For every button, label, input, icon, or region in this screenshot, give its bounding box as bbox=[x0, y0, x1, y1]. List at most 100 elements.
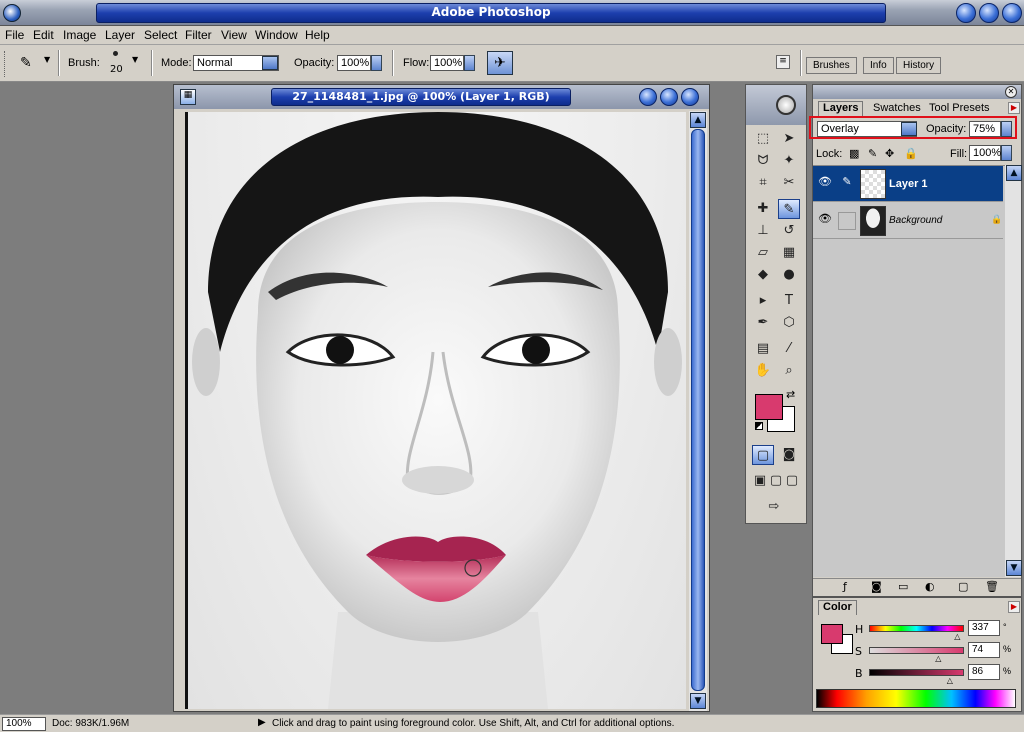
brightness-slider[interactable] bbox=[869, 669, 964, 676]
hue-slider-marker-icon[interactable]: △ bbox=[954, 632, 960, 641]
delete-layer-icon[interactable]: 🗑 bbox=[985, 580, 999, 593]
notes-tool-icon[interactable]: ▤ bbox=[752, 339, 774, 359]
path-selection-tool-icon[interactable]: ▸ bbox=[752, 291, 774, 311]
status-menu-arrow-icon[interactable]: ▶ bbox=[258, 717, 266, 728]
screen-mode-standard-icon[interactable]: ▣ bbox=[752, 471, 768, 491]
fill-arrow-icon[interactable] bbox=[1001, 145, 1012, 161]
saturation-slider[interactable] bbox=[869, 647, 964, 654]
palette-tab-brushes[interactable]: Brushes bbox=[806, 57, 857, 74]
layer-style-icon[interactable]: ƒ bbox=[843, 580, 847, 593]
menu-file[interactable]: File bbox=[5, 28, 24, 42]
zoom-tool-icon[interactable]: ⌕ bbox=[778, 361, 800, 381]
panel-close-icon[interactable]: ✕ bbox=[1005, 86, 1017, 98]
tab-color[interactable]: Color bbox=[818, 600, 857, 615]
layers-scrollbar[interactable]: ▲ ▼ bbox=[1005, 165, 1022, 577]
brightness-slider-marker-icon[interactable]: △ bbox=[947, 676, 953, 685]
hand-tool-icon[interactable]: ✋ bbox=[752, 361, 774, 381]
new-layer-icon[interactable]: ▢ bbox=[958, 580, 968, 593]
move-tool-icon[interactable]: ➤ bbox=[778, 129, 800, 149]
history-brush-tool-icon[interactable]: ↺ bbox=[778, 221, 800, 241]
panel-menu-arrow-icon[interactable]: ▶ bbox=[1008, 102, 1020, 114]
brush-tool-icon[interactable]: ✎ bbox=[778, 199, 800, 219]
new-adjustment-layer-icon[interactable]: ◐ bbox=[925, 580, 935, 593]
brightness-input[interactable]: 86 bbox=[968, 664, 1000, 680]
screen-mode-full-menu-icon[interactable]: ▢ bbox=[768, 471, 784, 491]
blur-tool-icon[interactable]: ◆ bbox=[752, 265, 774, 285]
layers-panel-header[interactable]: ✕ bbox=[813, 85, 1021, 99]
doc-minimize-button[interactable] bbox=[639, 88, 657, 106]
brush-tip-icon[interactable] bbox=[113, 51, 118, 56]
lock-transparency-icon[interactable]: ▩ bbox=[849, 147, 859, 160]
healing-brush-tool-icon[interactable]: ✚ bbox=[752, 199, 774, 219]
quick-mask-mode-icon[interactable]: ◙ bbox=[778, 445, 800, 465]
scroll-down-icon[interactable]: ▼ bbox=[690, 693, 706, 709]
type-tool-icon[interactable]: T bbox=[778, 291, 800, 311]
doc-maximize-button[interactable] bbox=[660, 88, 678, 106]
brush-tool-preset-icon[interactable]: ✎ bbox=[20, 55, 32, 71]
hue-slider[interactable] bbox=[869, 625, 964, 632]
clone-stamp-tool-icon[interactable]: ⊥ bbox=[752, 221, 774, 241]
fill-input[interactable]: 100% bbox=[969, 145, 1001, 161]
add-mask-icon[interactable]: ◙ bbox=[871, 580, 882, 593]
tab-swatches[interactable]: Swatches bbox=[869, 102, 925, 117]
tab-tool-presets[interactable]: Tool Presets bbox=[925, 102, 994, 117]
eraser-tool-icon[interactable]: ▱ bbox=[752, 243, 774, 263]
scroll-thumb[interactable] bbox=[691, 129, 705, 691]
minimize-button[interactable] bbox=[956, 3, 976, 23]
saturation-slider-marker-icon[interactable]: △ bbox=[935, 654, 941, 663]
layer-row-background[interactable]: 👁 Background 🔒 bbox=[813, 203, 1003, 239]
pen-tool-icon[interactable]: ✒ bbox=[752, 313, 774, 333]
menu-filter[interactable]: Filter bbox=[185, 28, 212, 42]
visibility-eye-icon[interactable]: 👁 bbox=[816, 175, 834, 193]
layer-row-layer-1[interactable]: 👁 ✎ Layer 1 bbox=[813, 166, 1003, 202]
lock-position-icon[interactable]: ✥ bbox=[885, 147, 894, 160]
palette-tab-history[interactable]: History bbox=[896, 57, 942, 74]
flow-slider-arrow-icon[interactable] bbox=[464, 55, 475, 71]
mode-dropdown-icon[interactable] bbox=[262, 56, 278, 70]
layer-link-cell[interactable] bbox=[838, 212, 856, 230]
maximize-button[interactable] bbox=[979, 3, 999, 23]
lock-image-icon[interactable]: ✎ bbox=[868, 147, 877, 160]
eyedropper-tool-icon[interactable]: ⁄ bbox=[778, 339, 800, 359]
crop-tool-icon[interactable]: ⌗ bbox=[752, 173, 774, 193]
document-title-bar[interactable]: ▦ 27_1148481_1.jpg @ 100% (Layer 1, RGB) bbox=[174, 85, 709, 109]
image-canvas[interactable] bbox=[185, 112, 686, 709]
lock-all-icon[interactable]: 🔒 bbox=[904, 147, 918, 160]
hue-input[interactable]: 337 bbox=[968, 620, 1000, 636]
slice-tool-icon[interactable]: ✂ bbox=[778, 173, 800, 193]
gradient-tool-icon[interactable]: ▦ bbox=[778, 243, 800, 263]
palette-options-icon[interactable]: ≡ bbox=[776, 55, 790, 69]
menu-layer[interactable]: Layer bbox=[105, 28, 135, 42]
saturation-input[interactable]: 74 bbox=[968, 642, 1000, 658]
document-icon[interactable]: ▦ bbox=[180, 89, 196, 105]
palette-tab-info[interactable]: Info bbox=[863, 57, 894, 74]
layers-scroll-down-icon[interactable]: ▼ bbox=[1006, 560, 1022, 576]
airbrush-toggle-icon[interactable]: ✈ bbox=[487, 51, 513, 75]
brush-picker-chevron-icon[interactable]: ▼ bbox=[132, 55, 138, 64]
swap-colors-icon[interactable]: ⇄ bbox=[786, 388, 795, 401]
shape-tool-icon[interactable]: ⬡ bbox=[778, 313, 800, 333]
menu-help[interactable]: Help bbox=[305, 28, 330, 42]
opacity-slider-arrow-icon[interactable] bbox=[371, 55, 382, 71]
doc-close-button[interactable] bbox=[681, 88, 699, 106]
menu-view[interactable]: View bbox=[221, 28, 247, 42]
standard-mode-icon[interactable]: ▢ bbox=[752, 445, 774, 465]
photoshop-app-icon[interactable] bbox=[3, 4, 21, 22]
color-panel-foreground-swatch[interactable] bbox=[821, 624, 843, 644]
menu-image[interactable]: Image bbox=[63, 28, 96, 42]
options-grip[interactable] bbox=[4, 51, 6, 77]
toolbox-header[interactable] bbox=[746, 85, 806, 125]
lasso-tool-icon[interactable]: ᗢ bbox=[752, 151, 774, 171]
brush-opacity-input[interactable]: 100% bbox=[337, 55, 371, 71]
scroll-up-icon[interactable]: ▲ bbox=[690, 112, 706, 128]
adobe-online-icon[interactable] bbox=[776, 95, 796, 115]
menu-edit[interactable]: Edit bbox=[33, 28, 54, 42]
zoom-level-field[interactable]: 100% bbox=[2, 717, 46, 731]
color-spectrum-ramp[interactable] bbox=[816, 689, 1016, 708]
dodge-tool-icon[interactable]: ● bbox=[778, 265, 800, 285]
new-set-icon[interactable]: ▭ bbox=[898, 580, 908, 593]
tool-preset-chevron-icon[interactable]: ▼ bbox=[44, 55, 50, 64]
color-panel-menu-icon[interactable]: ▶ bbox=[1008, 601, 1020, 613]
menu-window[interactable]: Window bbox=[255, 28, 298, 42]
tab-layers[interactable]: Layers bbox=[818, 101, 864, 116]
